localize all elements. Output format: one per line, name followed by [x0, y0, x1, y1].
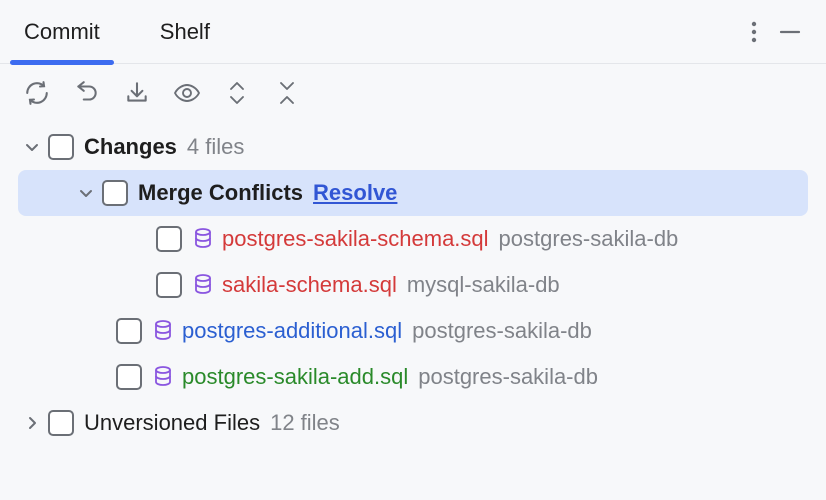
expand-all-icon[interactable]: [222, 78, 252, 108]
chevron-down-icon[interactable]: [72, 179, 100, 207]
changes-count: 4 files: [187, 134, 244, 160]
file-dir: postgres-sakila-db: [412, 318, 592, 344]
file-name: sakila-schema.sql: [222, 272, 397, 298]
file-dir: mysql-sakila-db: [407, 272, 560, 298]
chevron-down-icon[interactable]: [18, 133, 46, 161]
collapse-all-icon[interactable]: [272, 78, 302, 108]
tab-shelf[interactable]: Shelf: [154, 0, 216, 64]
file-checkbox[interactable]: [156, 272, 182, 298]
database-icon: [192, 272, 214, 298]
merge-conflicts-node[interactable]: Merge Conflicts Resolve: [18, 170, 808, 216]
file-dir: postgres-sakila-db: [418, 364, 598, 390]
file-row[interactable]: postgres-sakila-schema.sql postgres-saki…: [18, 216, 808, 262]
merge-conflicts-checkbox[interactable]: [102, 180, 128, 206]
file-checkbox[interactable]: [116, 364, 142, 390]
toolbar: [0, 64, 826, 118]
preview-diff-icon[interactable]: [172, 78, 202, 108]
more-options-icon[interactable]: [736, 14, 772, 50]
rollback-icon[interactable]: [72, 78, 102, 108]
minimize-icon[interactable]: [772, 14, 808, 50]
file-checkbox[interactable]: [116, 318, 142, 344]
unversioned-checkbox[interactable]: [48, 410, 74, 436]
database-icon: [192, 226, 214, 252]
changes-checkbox[interactable]: [48, 134, 74, 160]
file-name: postgres-additional.sql: [182, 318, 402, 344]
changes-label: Changes: [84, 134, 177, 160]
database-icon: [152, 364, 174, 390]
changes-node[interactable]: Changes 4 files: [18, 124, 808, 170]
refresh-icon[interactable]: [22, 78, 52, 108]
file-name: postgres-sakila-add.sql: [182, 364, 408, 390]
file-row[interactable]: postgres-additional.sql postgres-sakila-…: [18, 308, 808, 354]
changes-tree: Changes 4 files Merge Conflicts Resolve …: [0, 118, 826, 446]
merge-conflicts-label: Merge Conflicts: [138, 180, 303, 206]
file-name: postgres-sakila-schema.sql: [222, 226, 489, 252]
file-row[interactable]: sakila-schema.sql mysql-sakila-db: [18, 262, 808, 308]
database-icon: [152, 318, 174, 344]
file-checkbox[interactable]: [156, 226, 182, 252]
tab-commit[interactable]: Commit: [18, 0, 106, 64]
unversioned-label: Unversioned Files: [84, 410, 260, 436]
file-row[interactable]: postgres-sakila-add.sql postgres-sakila-…: [18, 354, 808, 400]
resolve-link[interactable]: Resolve: [313, 180, 397, 206]
unversioned-count: 12 files: [270, 410, 340, 436]
shelve-icon[interactable]: [122, 78, 152, 108]
unversioned-node[interactable]: Unversioned Files 12 files: [18, 400, 808, 446]
file-dir: postgres-sakila-db: [499, 226, 679, 252]
tab-bar: Commit Shelf: [0, 0, 826, 64]
chevron-right-icon[interactable]: [18, 409, 46, 437]
